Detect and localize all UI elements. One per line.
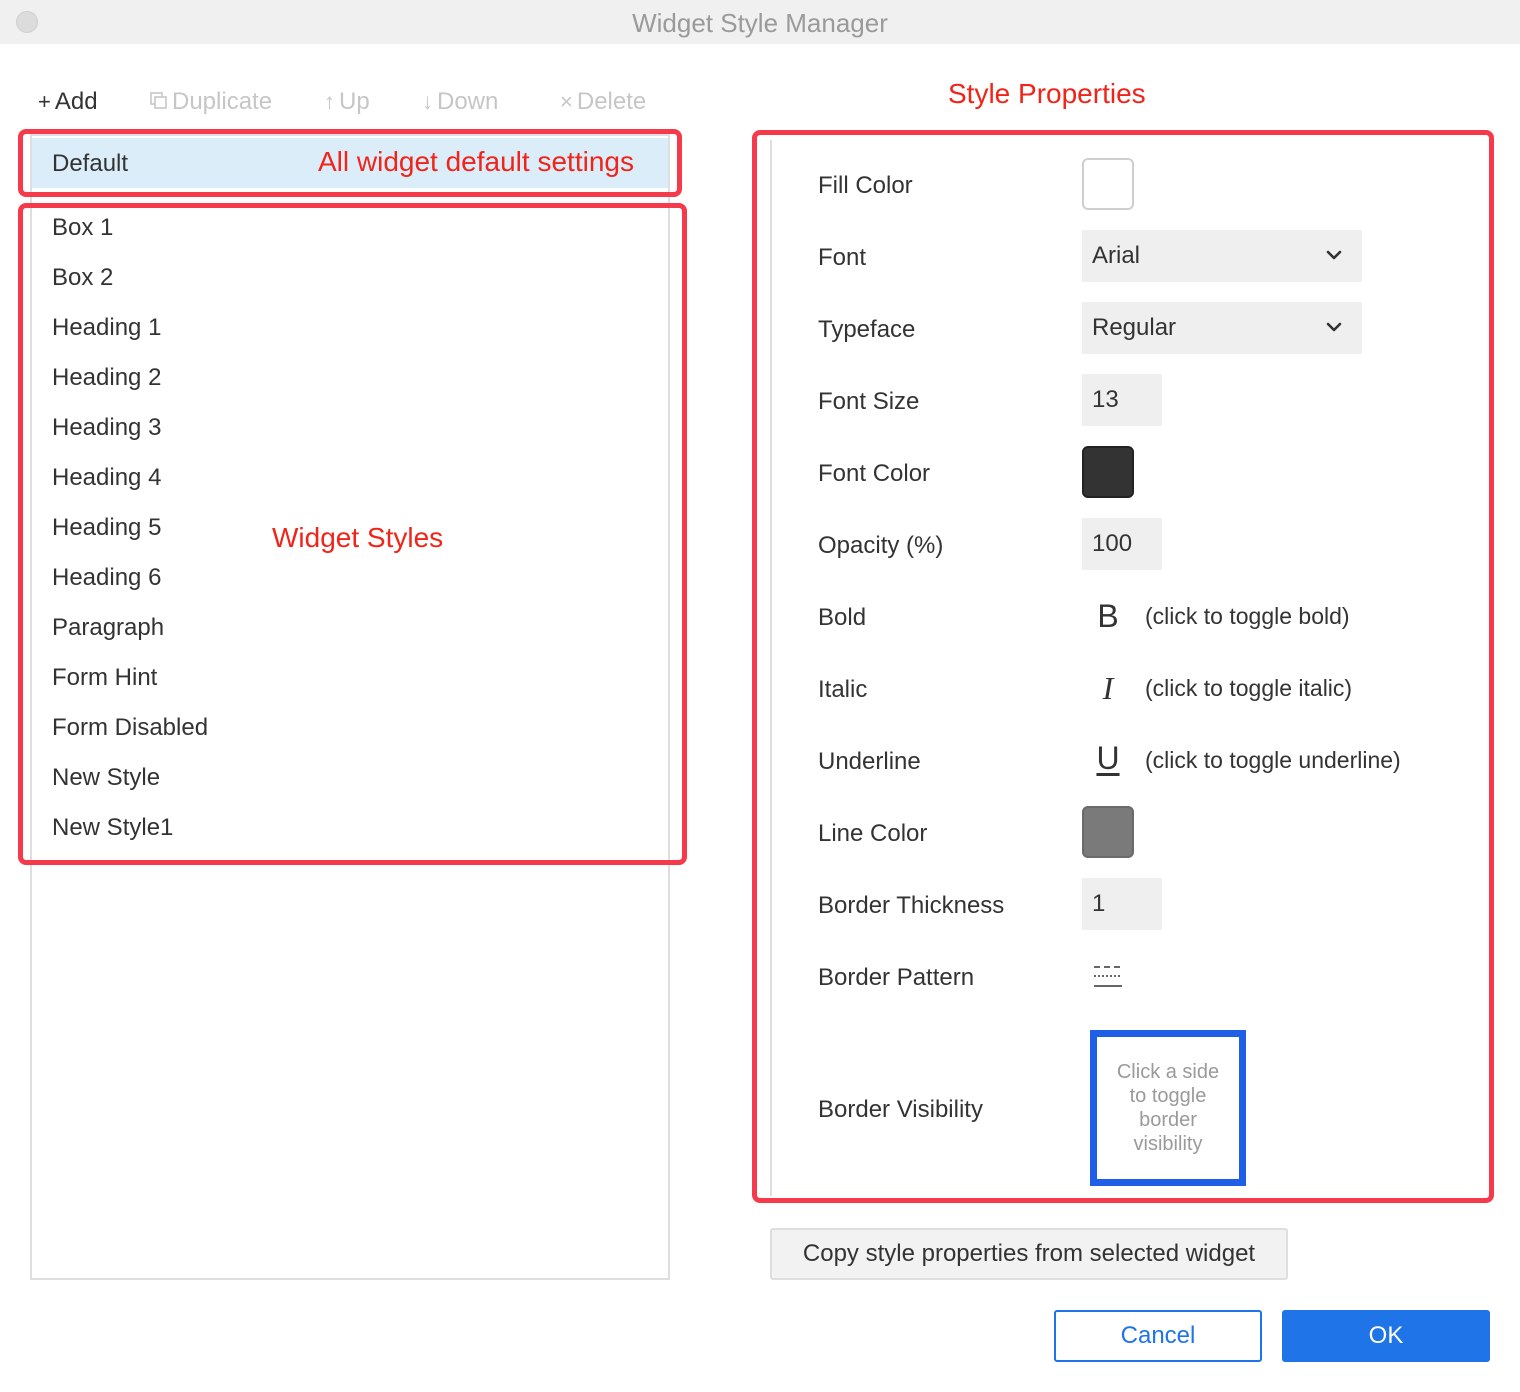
bold-label: Bold: [818, 604, 867, 631]
ok-button[interactable]: OK: [1282, 1310, 1490, 1362]
font-label: Font: [818, 244, 867, 271]
bold-icon[interactable]: B: [1094, 596, 1122, 636]
annotation-styles-note: Widget Styles: [272, 522, 444, 553]
plus-icon: +: [38, 89, 51, 114]
italic-label: Italic: [818, 676, 868, 703]
duplicate-label: Duplicate: [172, 88, 273, 115]
fill-color-label: Fill Color: [818, 172, 913, 199]
line-color-label: Line Color: [818, 820, 928, 847]
add-button[interactable]: + Add: [38, 84, 98, 120]
typeface-label: Typeface: [818, 316, 916, 343]
arrow-down-icon: ↓: [422, 89, 433, 114]
duplicate-button[interactable]: Duplicate: [150, 84, 272, 120]
italic-icon[interactable]: I: [1094, 668, 1122, 708]
down-label: Down: [437, 88, 499, 115]
copy-style-button[interactable]: Copy style properties from selected widg…: [770, 1228, 1288, 1280]
font-select[interactable]: Arial: [1082, 230, 1362, 282]
opacity-input[interactable]: 100: [1082, 518, 1162, 570]
opacity-label: Opacity (%): [818, 532, 944, 559]
border-pattern-label: Border Pattern: [818, 964, 975, 991]
underline-icon[interactable]: U: [1094, 738, 1122, 778]
border-visibility-label: Border Visibility: [818, 1096, 983, 1123]
window-title: Widget Style Manager: [632, 8, 888, 38]
border-thickness-input[interactable]: 1: [1082, 878, 1162, 930]
typeface-select-value: Regular: [1092, 314, 1177, 341]
fill-color-swatch[interactable]: [1082, 158, 1134, 210]
border-visibility-toggle[interactable]: Click a side to toggle border visibility: [1090, 1030, 1246, 1186]
down-button[interactable]: ↓ Down: [422, 84, 498, 120]
border-pattern-icon[interactable]: [1092, 964, 1126, 990]
add-label: Add: [54, 88, 98, 115]
font-size-label: Font Size: [818, 388, 920, 415]
annotation-default-note: All widget default settings: [318, 146, 634, 177]
close-icon: ×: [560, 89, 573, 114]
arrow-up-icon: ↑: [324, 89, 335, 114]
chevron-down-icon: [1326, 250, 1342, 260]
up-button[interactable]: ↑ Up: [324, 84, 370, 120]
duplicate-icon: [150, 84, 168, 120]
delete-button[interactable]: × Delete: [560, 84, 646, 120]
delete-label: Delete: [576, 88, 647, 115]
font-select-value: Arial: [1092, 242, 1141, 269]
typeface-select[interactable]: Regular: [1082, 302, 1362, 354]
underline-label: Underline: [818, 748, 921, 775]
font-color-swatch[interactable]: [1082, 446, 1134, 498]
border-thickness-label: Border Thickness: [818, 892, 1005, 919]
up-label: Up: [339, 88, 370, 115]
underline-hint: (click to toggle underline): [1145, 747, 1401, 773]
font-size-input[interactable]: 13: [1082, 374, 1162, 426]
chevron-down-icon: [1326, 322, 1342, 332]
italic-hint: (click to toggle italic): [1145, 675, 1353, 701]
border-visibility-hint: Click a side to toggle border visibility: [1116, 1061, 1220, 1155]
cancel-button[interactable]: Cancel: [1054, 1310, 1262, 1362]
font-color-label: Font Color: [818, 460, 931, 487]
line-color-swatch[interactable]: [1082, 806, 1134, 858]
bold-hint: (click to toggle bold): [1145, 603, 1350, 629]
annotation-properties-note: Style Properties: [948, 78, 1146, 109]
